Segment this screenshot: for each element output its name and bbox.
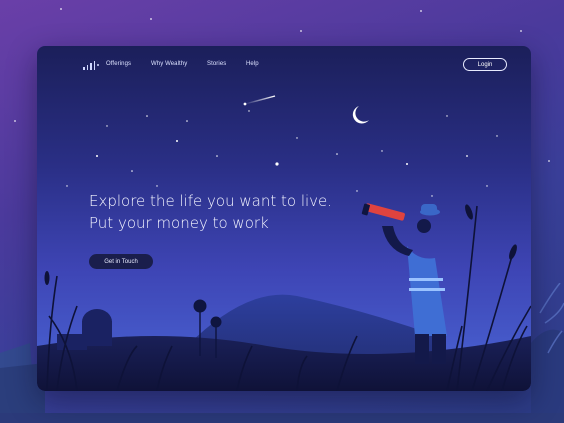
hero-headline: Explore the life you want to live. Put y… xyxy=(89,190,332,234)
hero-card: Offerings Why Wealthy Stories Help Login… xyxy=(37,46,531,391)
nav-link-stories[interactable]: Stories xyxy=(207,61,226,67)
nav-link-help[interactable]: Help xyxy=(246,61,259,67)
telescope-icon xyxy=(361,203,405,221)
hero-line-1: Explore the life you want to live. xyxy=(89,192,333,210)
top-navigation: Offerings Why Wealthy Stories Help Login xyxy=(37,58,531,72)
logo-dot xyxy=(97,64,99,66)
nav-link-offerings[interactable]: Offerings xyxy=(106,61,131,67)
bar-chart-logo-icon[interactable] xyxy=(83,60,95,70)
moon-icon xyxy=(352,106,369,124)
shooting-star-icon xyxy=(243,95,276,106)
login-button[interactable]: Login xyxy=(463,58,507,71)
nav-link-why-wealthy[interactable]: Why Wealthy xyxy=(151,61,187,67)
get-in-touch-button[interactable]: Get in Touch xyxy=(89,254,153,269)
hero-line-2: Put your money to work xyxy=(89,214,269,232)
